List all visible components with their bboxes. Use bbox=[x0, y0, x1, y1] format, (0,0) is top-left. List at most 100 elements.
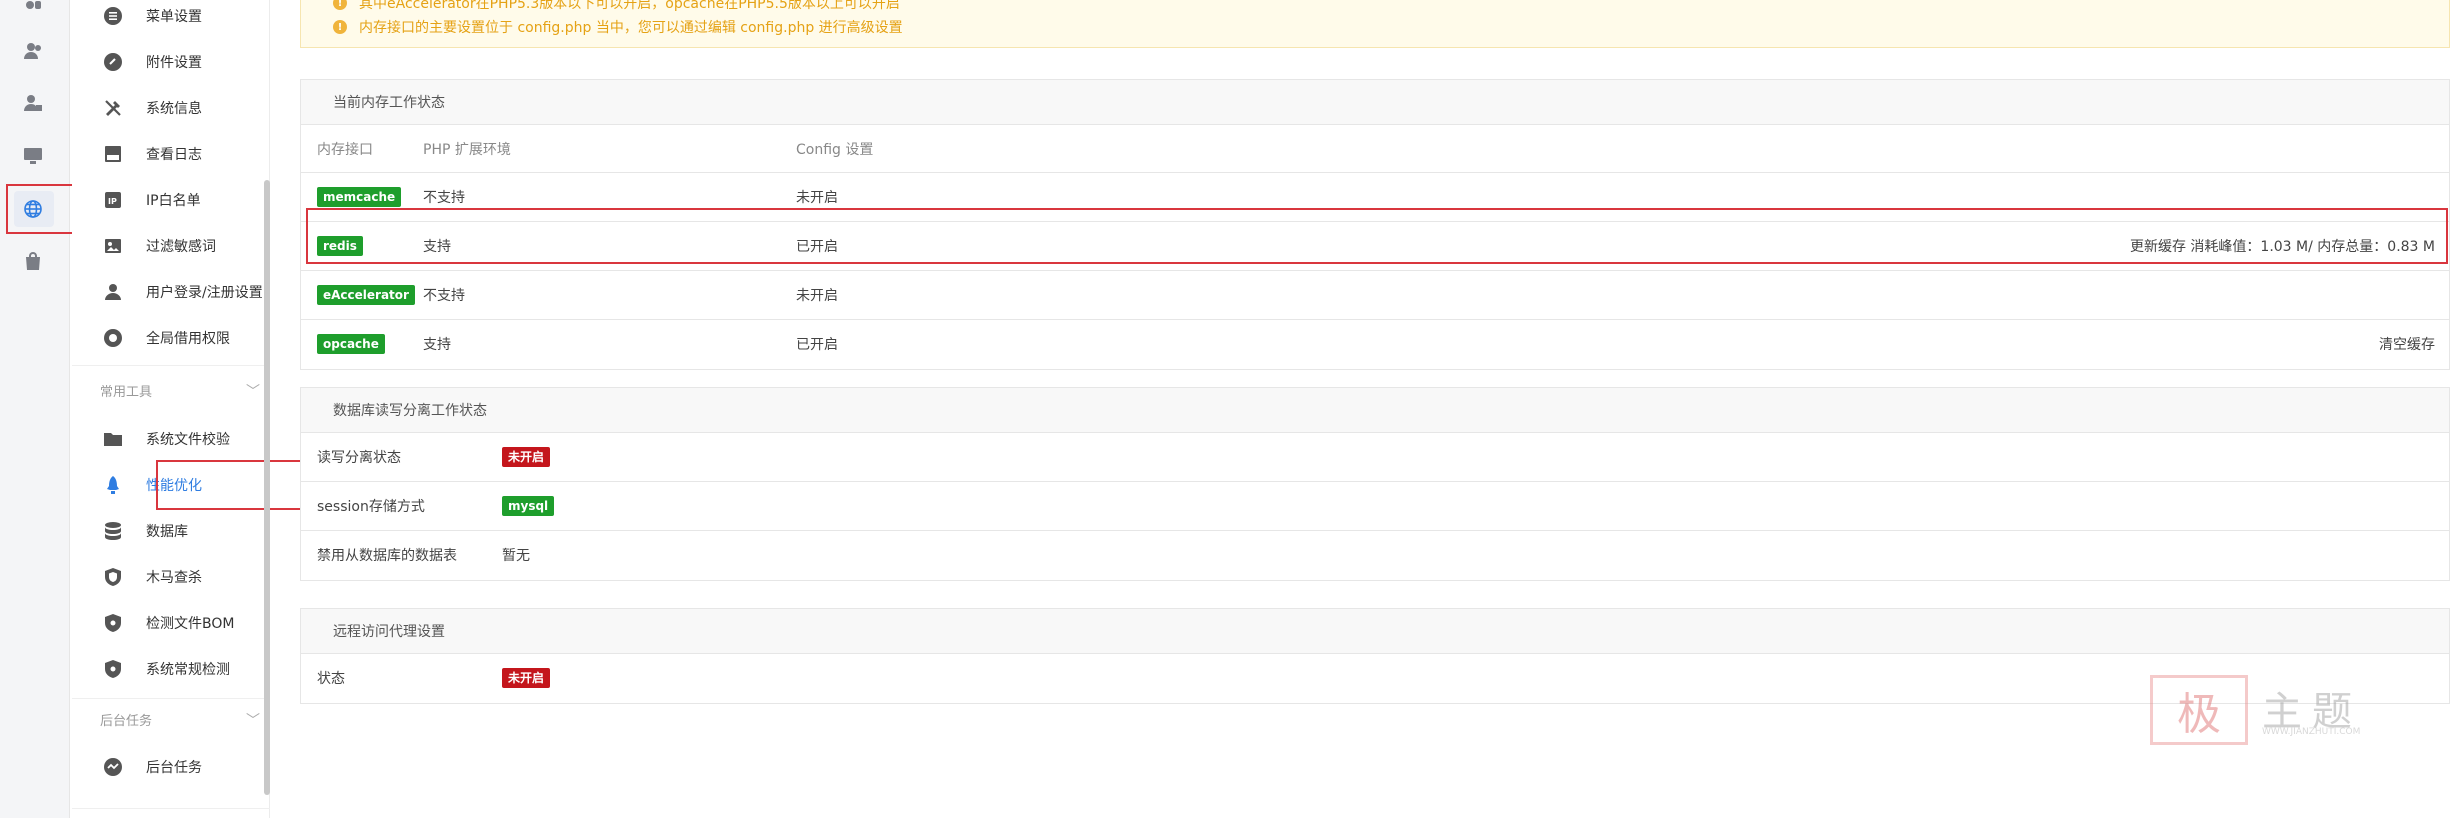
status-badge: 未开启 bbox=[502, 668, 551, 688]
svg-text:IP: IP bbox=[108, 197, 117, 206]
php-support: 不支持 bbox=[423, 190, 465, 206]
clear-cache-link[interactable]: 清空缓存 bbox=[2379, 320, 2435, 368]
menu-group-tasks[interactable]: 后台任务 ﹀ bbox=[100, 710, 260, 730]
user-lock-icon[interactable] bbox=[20, 90, 46, 116]
config-status: 已开启 bbox=[796, 239, 838, 255]
menu-item-view-logs[interactable]: 查看日志 bbox=[102, 139, 202, 169]
status-badge: mysql bbox=[502, 496, 555, 516]
menu-item-label: 系统常规检测 bbox=[146, 662, 230, 678]
panel-title: 远程访问代理设置 bbox=[301, 609, 2449, 654]
interface-tag: opcache bbox=[317, 334, 385, 354]
menu-group-label: 常用工具 bbox=[100, 385, 153, 400]
menu-item-database[interactable]: 数据库 bbox=[102, 516, 188, 546]
notice-line: ! 内存接口的主要设置位于 config.php 当中，您可以通过编辑 conf… bbox=[333, 17, 903, 37]
shield-check-icon bbox=[102, 658, 124, 680]
menu-divider bbox=[72, 808, 270, 809]
table-header-row: 内存接口 PHP 扩展环境 Config 设置 bbox=[301, 125, 2449, 173]
menu-item-system-check[interactable]: 系统常规检测 bbox=[102, 654, 230, 684]
notice-box: ! 其中eAccelerator在PHP5.3版本以下可以开启，opcache在… bbox=[300, 0, 2450, 48]
memory-status-panel: 当前内存工作状态 内存接口 PHP 扩展环境 Config 设置 memcach… bbox=[300, 79, 2450, 370]
column-header: Config 设置 bbox=[796, 142, 874, 158]
menu-divider bbox=[72, 365, 270, 366]
menu-item-filter-words[interactable]: 过滤敏感词 bbox=[102, 231, 216, 261]
menu-item-label: 查看日志 bbox=[146, 147, 202, 163]
settings-icon[interactable] bbox=[20, 0, 46, 18]
chevron-down-icon: ﹀ bbox=[246, 713, 260, 729]
table-row: memcache 不支持 未开启 bbox=[301, 173, 2449, 222]
menu-item-file-check[interactable]: 系统文件校验 bbox=[102, 424, 230, 454]
menu-item-label: IP白名单 bbox=[146, 193, 201, 209]
update-cache-link[interactable]: 更新缓存 消耗峰值：1.03 M/ 内存总量：0.83 M bbox=[2130, 222, 2435, 270]
folder-icon bbox=[102, 428, 124, 450]
info-icon: ! bbox=[333, 20, 347, 34]
menu-group-tools[interactable]: 常用工具 ﹀ bbox=[100, 381, 260, 401]
rail-highlight-box bbox=[6, 184, 74, 234]
menu-item-label: 过滤敏感词 bbox=[146, 239, 216, 255]
menu-item-background-tasks[interactable]: 后台任务 bbox=[102, 752, 202, 782]
menu-item-label: 系统信息 bbox=[146, 101, 202, 117]
table-row: opcache 支持 已开启 清空缓存 bbox=[301, 320, 2449, 369]
attachment-icon bbox=[102, 51, 124, 73]
watermark-url: WWW.JIANZHUTI.COM bbox=[2262, 727, 2361, 737]
users-icon[interactable] bbox=[20, 38, 46, 64]
task-icon bbox=[102, 756, 124, 778]
php-support: 不支持 bbox=[423, 288, 465, 304]
column-header: PHP 扩展环境 bbox=[423, 142, 511, 158]
user-icon bbox=[102, 281, 124, 303]
menu-item-user-login-settings[interactable]: 用户登录/注册设置 bbox=[102, 277, 263, 307]
config-status: 已开启 bbox=[796, 337, 838, 353]
monitor-icon[interactable] bbox=[20, 143, 46, 169]
menu-group-label: 后台任务 bbox=[100, 714, 153, 729]
menu-divider bbox=[72, 698, 270, 699]
log-icon bbox=[102, 143, 124, 165]
side-menu: 菜单设置 附件设置 系统信息 查看日志 IP IP白名单 过滤敏感词 用户登录/… bbox=[72, 0, 304, 818]
menu-item-menu-settings[interactable]: 菜单设置 bbox=[102, 1, 202, 31]
table-row: redis 支持 已开启 更新缓存 消耗峰值：1.03 M/ 内存总量：0.83… bbox=[301, 222, 2449, 271]
menu-item-global-permission[interactable]: 全局借用权限 bbox=[102, 323, 230, 353]
menu-item-bom-check[interactable]: 检测文件BOM bbox=[102, 608, 234, 638]
table-row: 禁用从数据库的数据表 暂无 bbox=[301, 531, 2449, 580]
row-label: 读写分离状态 bbox=[317, 450, 401, 466]
db-split-panel: 数据库读写分离工作状态 读写分离状态 未开启 session存储方式 mysql… bbox=[300, 387, 2450, 581]
rocket-icon bbox=[102, 474, 124, 496]
menu-item-label: 附件设置 bbox=[146, 55, 202, 71]
table-row: 读写分离状态 未开启 bbox=[301, 433, 2449, 482]
shield-check-icon bbox=[102, 612, 124, 634]
table-row: eAccelerator 不支持 未开启 bbox=[301, 271, 2449, 320]
panel-title: 数据库读写分离工作状态 bbox=[301, 388, 2449, 433]
menu-list-icon bbox=[102, 5, 124, 27]
interface-tag: eAccelerator bbox=[317, 285, 415, 305]
menu-item-label: 菜单设置 bbox=[146, 9, 202, 25]
menu-item-trojan-scan[interactable]: 木马查杀 bbox=[102, 562, 202, 592]
menu-item-ip-whitelist[interactable]: IP IP白名单 bbox=[102, 185, 201, 215]
panel-title: 当前内存工作状态 bbox=[301, 80, 2449, 125]
watermark-logo: 极 主题 WWW.JIANZHUTI.COM bbox=[2150, 675, 2380, 745]
icon-rail bbox=[0, 0, 74, 818]
row-value: 暂无 bbox=[502, 548, 530, 564]
row-label: 禁用从数据库的数据表 bbox=[317, 548, 457, 564]
php-support: 支持 bbox=[423, 239, 451, 255]
row-label: 状态 bbox=[317, 671, 345, 687]
info-icon: ! bbox=[333, 0, 347, 10]
menu-item-label: 检测文件BOM bbox=[146, 616, 235, 632]
database-icon bbox=[102, 520, 124, 542]
menu-item-label: 数据库 bbox=[146, 524, 188, 540]
menu-item-system-info[interactable]: 系统信息 bbox=[102, 93, 202, 123]
menu-item-label: 全局借用权限 bbox=[146, 331, 230, 347]
menu-scrollbar[interactable] bbox=[264, 180, 270, 795]
menu-item-attachment-settings[interactable]: 附件设置 bbox=[102, 47, 202, 77]
ip-icon: IP bbox=[102, 189, 124, 211]
interface-tag: redis bbox=[317, 236, 363, 256]
chevron-down-icon: ﹀ bbox=[246, 384, 260, 400]
config-status: 未开启 bbox=[796, 288, 838, 304]
menu-item-label: 木马查杀 bbox=[146, 570, 202, 586]
table-row: session存储方式 mysql bbox=[301, 482, 2449, 531]
column-header: 内存接口 bbox=[317, 142, 373, 158]
status-badge: 未开启 bbox=[502, 447, 551, 467]
watermark-mark: 极 bbox=[2150, 675, 2248, 745]
filter-icon bbox=[102, 235, 124, 257]
menu-highlight-box bbox=[156, 460, 304, 510]
bag-icon[interactable] bbox=[20, 248, 46, 274]
php-support: 支持 bbox=[423, 337, 451, 353]
tools-icon bbox=[102, 97, 124, 119]
